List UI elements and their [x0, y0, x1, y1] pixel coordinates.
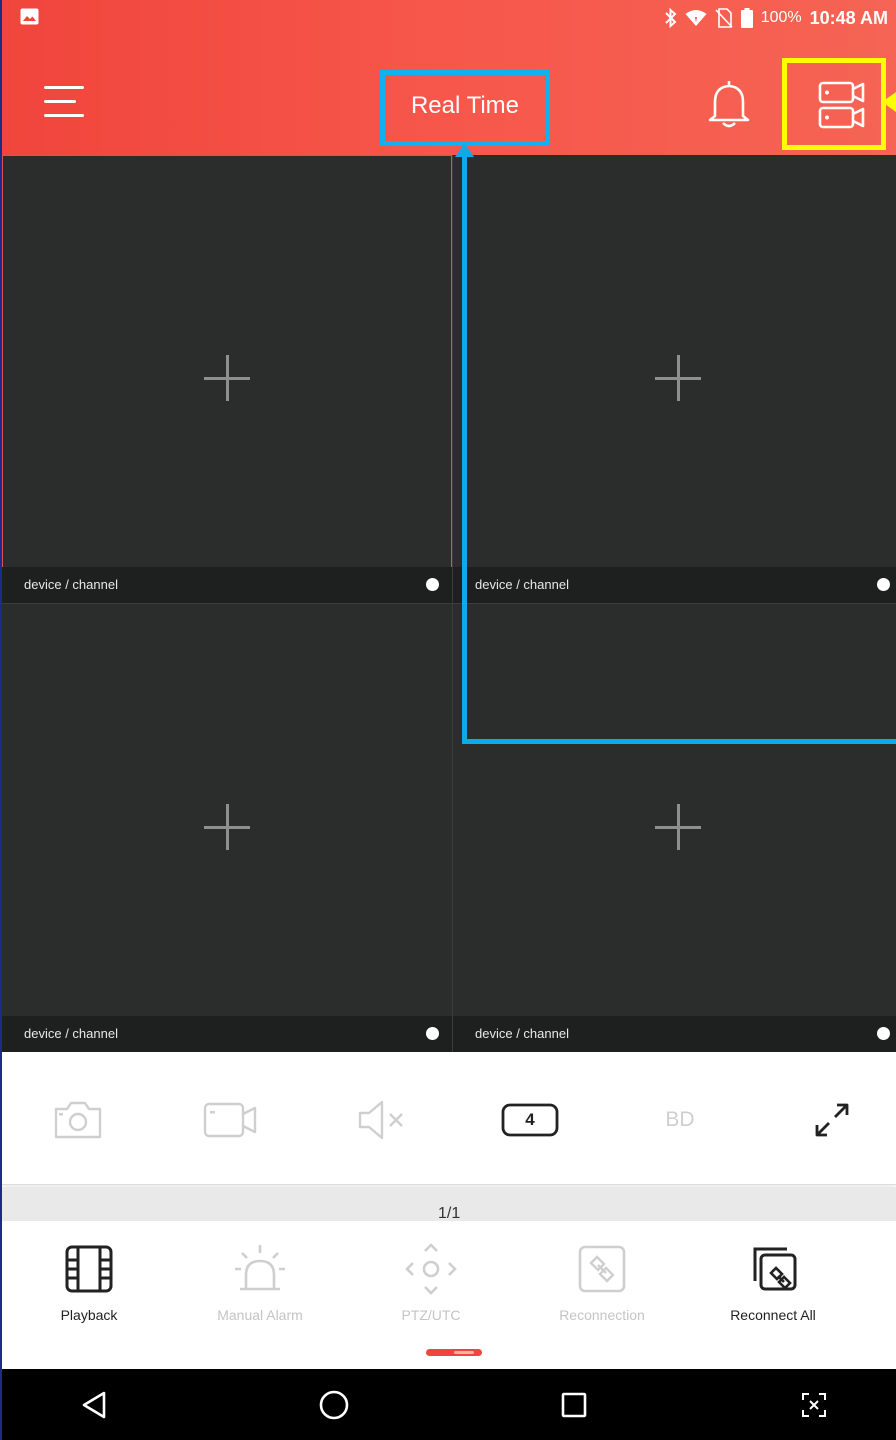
- video-cell[interactable]: device / channel: [453, 604, 896, 1052]
- menu-icon-line: [44, 100, 76, 103]
- back-button[interactable]: [74, 1385, 114, 1425]
- camera-icon: [54, 1101, 102, 1139]
- record-button[interactable]: [200, 1098, 260, 1142]
- app-frame: 100% 10:48 AM Real Time device / channel…: [2, 0, 896, 1440]
- cell-info-bar: device / channel: [453, 567, 896, 603]
- title-highlight: Real Time: [380, 70, 550, 146]
- add-channel-icon[interactable]: [204, 804, 250, 850]
- wifi-icon: [685, 10, 707, 26]
- yellow-arrow-head: [882, 92, 896, 112]
- add-channel-icon[interactable]: [655, 804, 701, 850]
- bluetooth-icon: [664, 8, 677, 28]
- fullscreen-icon: [815, 1103, 849, 1137]
- snapshot-button[interactable]: [48, 1098, 108, 1142]
- film-icon: [65, 1245, 113, 1293]
- cell-info-bar: device / channel: [2, 567, 452, 603]
- video-cell[interactable]: device / channel: [2, 155, 452, 603]
- image-notification-icon: [20, 8, 39, 25]
- mute-icon: [358, 1100, 403, 1140]
- ptz-icon: [405, 1243, 457, 1295]
- cell-label: device / channel: [475, 1026, 569, 1041]
- status-dot: [426, 578, 439, 591]
- device-list-highlight: [782, 58, 886, 150]
- recents-icon: [561, 1392, 587, 1418]
- link-icon: [578, 1245, 626, 1293]
- status-dot: [877, 1027, 890, 1040]
- nav-label: Reconnection: [559, 1307, 645, 1323]
- blue-arrow-head: [455, 143, 474, 157]
- nav-reconnect-all[interactable]: Reconnect All: [698, 1221, 848, 1331]
- back-icon: [82, 1391, 106, 1419]
- split-screen-button[interactable]: 4: [500, 1098, 560, 1142]
- reconnect-all-icon: [753, 1247, 797, 1291]
- alarm-light-icon: [235, 1245, 285, 1291]
- video-cell[interactable]: device / channel: [453, 155, 896, 603]
- app-header: Real Time: [2, 36, 896, 155]
- cell-info-bar: device / channel: [2, 1016, 452, 1052]
- recents-button[interactable]: [554, 1385, 594, 1425]
- record-icon: [203, 1102, 257, 1138]
- blue-arrow-line: [462, 152, 467, 744]
- cell-info-bar: device / channel: [453, 1016, 896, 1052]
- screenshot-icon: [802, 1393, 826, 1417]
- device-list-icon[interactable]: [817, 79, 867, 133]
- nav-reconnection[interactable]: Reconnection: [527, 1221, 677, 1331]
- screenshot-button[interactable]: [794, 1385, 834, 1425]
- cell-label: device / channel: [24, 1026, 118, 1041]
- grid-divider: [2, 603, 896, 604]
- page-title: Real Time: [410, 92, 520, 119]
- nav-label: Manual Alarm: [217, 1307, 303, 1323]
- menu-icon-line: [44, 114, 84, 117]
- battery-icon: [740, 8, 753, 28]
- blue-arrow-line: [462, 739, 896, 744]
- nav-manual-alarm[interactable]: Manual Alarm: [185, 1221, 335, 1331]
- fullscreen-button[interactable]: [802, 1098, 862, 1142]
- system-navigation-bar: [2, 1369, 896, 1440]
- nav-label: PTZ/UTC: [401, 1307, 461, 1323]
- nav-page-indicator: [426, 1349, 482, 1356]
- cell-label: device / channel: [475, 577, 569, 592]
- menu-icon-line: [44, 86, 84, 89]
- no-sim-icon: [715, 8, 733, 28]
- notification-bell-icon[interactable]: [704, 78, 754, 130]
- add-channel-icon[interactable]: [655, 355, 701, 401]
- add-channel-icon[interactable]: [204, 355, 250, 401]
- live-toolbar: 4 BD: [2, 1052, 896, 1185]
- home-icon: [319, 1390, 349, 1420]
- battery-percent: 100%: [760, 9, 802, 26]
- status-dot: [426, 1027, 439, 1040]
- bottom-navigation: Playback Manual Alarm PTZ/UTC Reconnecti…: [2, 1221, 896, 1369]
- status-dot: [877, 578, 890, 591]
- stream-quality-button[interactable]: BD: [650, 1098, 710, 1142]
- menu-button[interactable]: [42, 80, 86, 124]
- status-bar: 100% 10:48 AM: [2, 0, 896, 36]
- pager-row: 1/1: [2, 1187, 896, 1222]
- video-grid: device / channel device / channel device…: [2, 155, 896, 1052]
- nav-playback[interactable]: Playback: [14, 1221, 164, 1331]
- nav-ptz[interactable]: PTZ/UTC: [356, 1221, 506, 1331]
- home-button[interactable]: [314, 1385, 354, 1425]
- mute-button[interactable]: [352, 1098, 412, 1142]
- clock: 10:48 AM: [809, 7, 888, 28]
- cell-label: device / channel: [24, 577, 118, 592]
- nav-label: Playback: [60, 1307, 118, 1323]
- video-cell[interactable]: device / channel: [2, 604, 452, 1052]
- nav-label: Reconnect All: [730, 1307, 816, 1323]
- split-count: 4: [525, 1110, 535, 1129]
